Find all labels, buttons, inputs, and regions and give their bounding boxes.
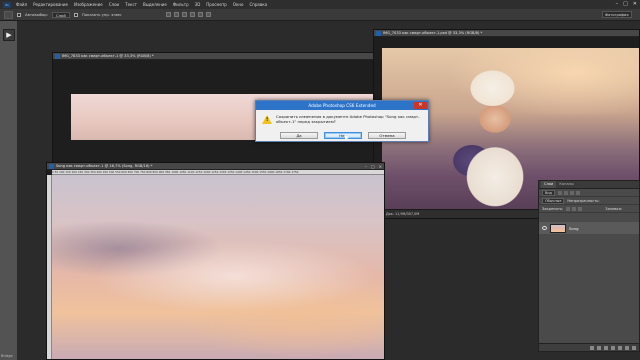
blend-mode-dropdown[interactable]: Обычные [542, 197, 565, 204]
bridge-label[interactable]: Bridge [1, 354, 13, 358]
show-controls-checkbox[interactable] [73, 12, 78, 17]
document-title: IMG_7033 как смарт-объект-1.psd @ 33,3% … [383, 31, 483, 35]
layers-panel: Слои Каналы Вид Обычные Непрозрачность: … [538, 180, 640, 352]
type-filter-icon[interactable] [569, 190, 574, 195]
document-tab[interactable]: IMG_7033 как смарт-объект-1.psd @ 33,3% … [374, 30, 639, 37]
tab-layers[interactable]: Слои [541, 181, 557, 188]
menu-3d[interactable]: 3D [195, 2, 201, 7]
tab-channels[interactable]: Каналы [556, 181, 576, 188]
lock-all-icon[interactable] [578, 206, 583, 211]
document-tab[interactable]: Song как смарт-объект-1 @ 16,7% (Song, R… [47, 163, 384, 170]
lock-row: Закрепить: Заливка: [539, 205, 639, 213]
sky-canvas[interactable] [52, 175, 384, 359]
menu-layers[interactable]: Слои [109, 2, 119, 7]
tools-panel: ▶ Bridge [0, 21, 18, 360]
opacity-label: Непрозрачность: [567, 198, 600, 203]
document-icon [55, 54, 60, 59]
align-left-icon[interactable] [190, 12, 196, 17]
align-top-icon[interactable] [166, 12, 172, 17]
panel-tabs: Слои Каналы [539, 181, 639, 189]
photoshop-logo: Ps [3, 1, 11, 8]
lock-position-icon[interactable] [572, 206, 577, 211]
minimize-button[interactable]: – [616, 1, 619, 7]
fill-label: Заливка: [605, 206, 623, 211]
adjustment-filter-icon[interactable] [563, 190, 568, 195]
menu-help[interactable]: Справка [249, 2, 267, 7]
close-doc-icon[interactable]: ✕ [379, 163, 382, 169]
yes-button[interactable]: Да [280, 132, 318, 139]
shape-filter-icon[interactable] [575, 190, 580, 195]
trash-icon[interactable] [632, 345, 636, 350]
menu-image[interactable]: Изображение [74, 2, 103, 7]
document-window-controls: – □ ✕ [365, 163, 382, 169]
align-center-icon[interactable] [198, 12, 204, 17]
folder-icon[interactable] [618, 345, 622, 350]
workspace-dropdown[interactable]: Фотография [602, 11, 632, 18]
dialog-close-button[interactable]: ✕ [414, 102, 427, 109]
window-controls: – □ ✕ [616, 1, 637, 7]
blend-row: Обычные Непрозрачность: [539, 197, 639, 205]
align-right-icon[interactable] [206, 12, 212, 17]
layer-row[interactable]: Song [539, 222, 639, 234]
lock-label: Закрепить: [542, 206, 564, 211]
filter-icons [557, 190, 580, 195]
options-bar: Автовыбор: Слой Показать упр. элем. Фото… [0, 9, 640, 21]
document-window-active[interactable]: Song как смарт-объект-1 @ 16,7% (Song, R… [46, 162, 385, 360]
lock-pixels-icon[interactable] [566, 206, 571, 211]
menu-select[interactable]: Выделение [143, 2, 167, 7]
layer-name[interactable]: Song [569, 226, 579, 231]
new-layer-icon[interactable] [625, 345, 629, 350]
dialog-message: Сохранить изменения в документе Adobe Ph… [276, 114, 420, 124]
mask-icon[interactable] [604, 345, 608, 350]
adjustment-icon[interactable] [611, 345, 615, 350]
cancel-button[interactable]: Отмена [368, 132, 406, 139]
fx-icon[interactable] [597, 345, 601, 350]
layer-thumbnail [550, 223, 566, 233]
minimize-doc-icon[interactable]: – [365, 163, 367, 169]
align-bottom-icon[interactable] [182, 12, 188, 17]
layer-kind-filter[interactable]: Вид [542, 189, 555, 196]
move-tool-preset-button[interactable] [4, 10, 13, 19]
warning-mark: ! [266, 117, 269, 123]
visibility-eye-icon[interactable] [542, 226, 547, 230]
menu-view[interactable]: Просмотр [206, 2, 227, 7]
auto-select-label: Автовыбор: [25, 12, 48, 17]
expand-tools-icon[interactable]: ▶ [3, 29, 15, 41]
document-title: Song как смарт-объект-1 @ 16,7% (Song, R… [56, 164, 153, 168]
auto-select-dropdown[interactable]: Слой [51, 11, 70, 18]
menu-file[interactable]: Файл [16, 2, 27, 7]
close-window-button[interactable]: ✕ [633, 1, 637, 7]
document-icon [376, 31, 381, 36]
save-changes-dialog: Adobe Photoshop CS6 Extended ✕ ! Сохрани… [255, 100, 429, 142]
maximize-doc-icon[interactable]: □ [371, 163, 375, 169]
lock-icons [566, 206, 583, 211]
pixel-filter-icon[interactable] [557, 190, 562, 195]
menu-text[interactable]: Текст [125, 2, 137, 7]
align-middle-icon[interactable] [174, 12, 180, 17]
show-controls-label: Показать упр. элем. [81, 12, 123, 17]
align-buttons [166, 12, 212, 17]
document-tab[interactable]: IMG_7833 как смарт-объект-1 @ 33,3% (RGB… [53, 53, 379, 60]
menu-edit[interactable]: Редактирование [33, 2, 68, 7]
layers-panel-footer [539, 343, 639, 351]
document-icon [49, 164, 54, 169]
maximize-button[interactable]: □ [623, 1, 628, 7]
document-title: IMG_7833 как смарт-объект-1 @ 33,3% (RGB… [62, 54, 154, 58]
layer-filter-row: Вид [539, 189, 639, 197]
auto-select-checkbox[interactable] [17, 12, 21, 17]
dialog-title: Adobe Photoshop CS6 Extended [308, 103, 376, 108]
menu-bar: Ps Файл Редактирование Изображение Слои … [0, 0, 640, 9]
dialog-title-bar: Adobe Photoshop CS6 Extended ✕ [256, 101, 428, 110]
menu-filter[interactable]: Фильтр [173, 2, 189, 7]
menu-window[interactable]: Окно [233, 2, 244, 7]
link-layers-icon[interactable] [590, 345, 594, 350]
